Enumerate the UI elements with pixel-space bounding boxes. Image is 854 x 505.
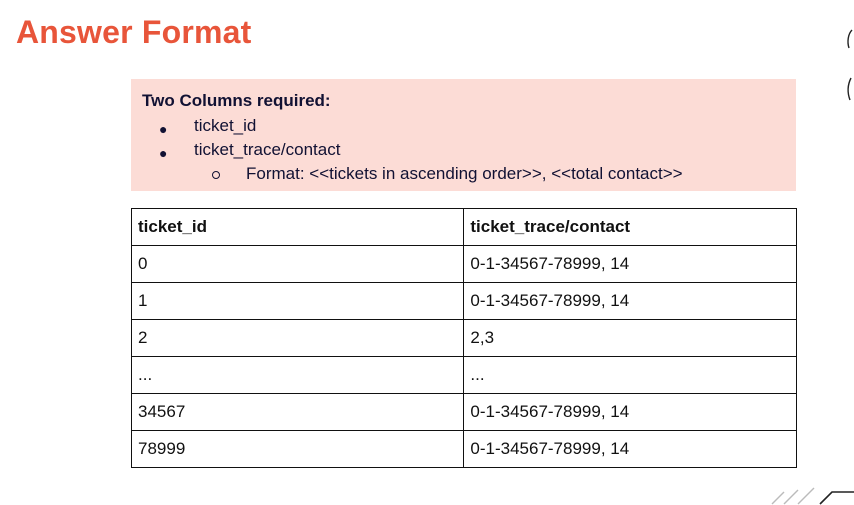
slide-title: Answer Format xyxy=(16,14,252,50)
cell-ticket-id: 34567 xyxy=(130,393,465,431)
table-header-row: ticket_id ticket_trace/contact xyxy=(130,208,797,246)
cell-ticket-trace: 0-1-34567-78999, 14 xyxy=(463,393,797,431)
hollow-bullet-icon xyxy=(212,171,220,179)
table-row: 2 2,3 xyxy=(130,319,797,357)
cell-ticket-id: 0 xyxy=(130,245,465,283)
column-header-ticket-id: ticket_id xyxy=(130,208,465,246)
cell-ticket-trace: ... xyxy=(463,356,797,394)
cell-ticket-id: 1 xyxy=(130,282,465,320)
table-row: 0 0-1-34567-78999, 14 xyxy=(130,245,797,283)
requirement-item-ticket-trace: ticket_trace/contact xyxy=(194,140,341,159)
diagonal-lines-decoration-icon xyxy=(771,487,854,505)
cell-ticket-trace: 0-1-34567-78999, 14 xyxy=(463,430,797,468)
table-row: 34567 0-1-34567-78999, 14 xyxy=(130,393,797,431)
table-row: 1 0-1-34567-78999, 14 xyxy=(130,282,797,320)
column-header-ticket-trace: ticket_trace/contact xyxy=(463,208,797,246)
requirement-sub-item-format: Format: <<tickets in ascending order>>, … xyxy=(246,164,683,183)
cell-ticket-id: ... xyxy=(130,356,465,394)
cell-ticket-id: 78999 xyxy=(130,430,465,468)
requirements-box: Two Columns required: ● ticket_id ● tick… xyxy=(131,79,796,191)
sketch-decoration-icon xyxy=(847,29,853,101)
requirement-item-ticket-id: ticket_id xyxy=(194,116,257,135)
cell-ticket-trace: 2,3 xyxy=(463,319,797,357)
requirements-heading: Two Columns required: xyxy=(142,91,331,110)
cell-ticket-id: 2 xyxy=(130,319,465,357)
bullet-icon: ● xyxy=(159,145,168,161)
table-row: ... ... xyxy=(130,356,797,394)
bullet-icon: ● xyxy=(159,121,168,137)
cell-ticket-trace: 0-1-34567-78999, 14 xyxy=(463,245,797,283)
cell-ticket-trace: 0-1-34567-78999, 14 xyxy=(463,282,797,320)
table-row: 78999 0-1-34567-78999, 14 xyxy=(130,430,797,468)
answer-table: ticket_id ticket_trace/contact 0 0-1-345… xyxy=(130,208,797,468)
